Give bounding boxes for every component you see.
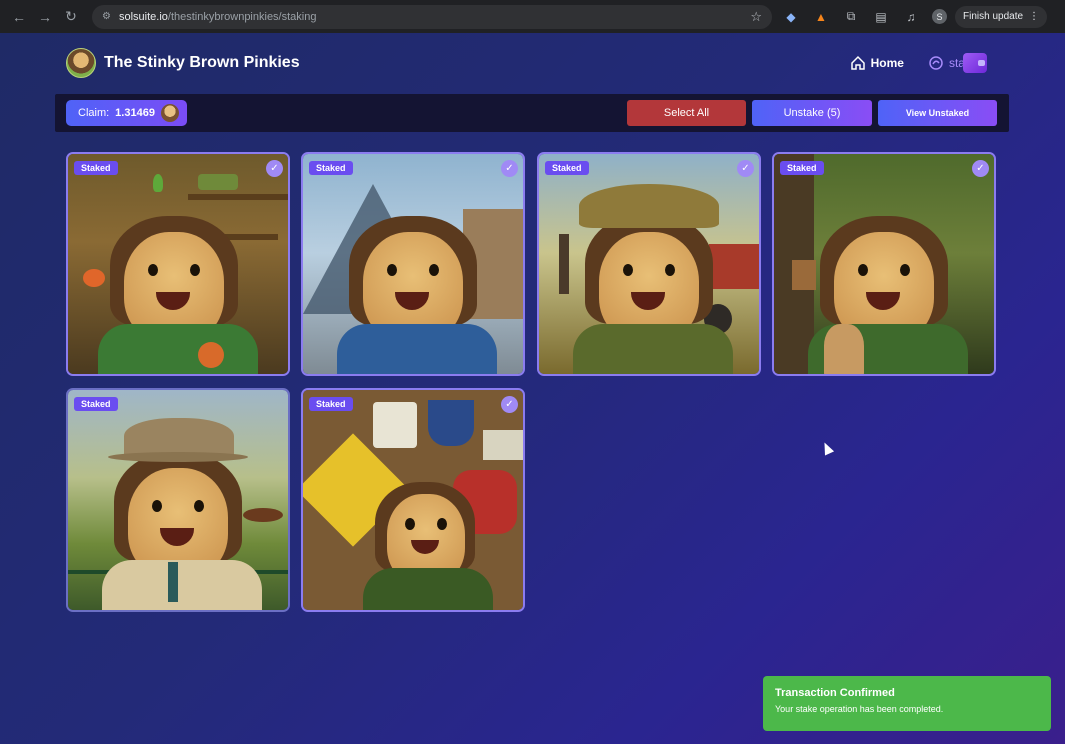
staked-badge: Staked (545, 161, 589, 175)
metamask-icon[interactable]: ▲ (810, 6, 832, 28)
forward-icon[interactable]: → (34, 6, 56, 28)
nft-card[interactable]: Staked ✓ (66, 152, 290, 376)
mouse-cursor (819, 440, 835, 456)
nft-card[interactable]: Staked ✓ (537, 152, 761, 376)
token-icon (160, 104, 179, 122)
nft-card[interactable]: Staked ✓ (301, 388, 525, 612)
profile-avatar[interactable]: S (932, 9, 947, 24)
extension-icon[interactable]: ◆ (780, 6, 802, 28)
nft-card[interactable]: Staked ✓ (301, 152, 525, 376)
puzzle-icon[interactable]: ⧉ (840, 6, 862, 28)
staked-badge: Staked (309, 161, 353, 175)
staked-badge: Staked (309, 397, 353, 411)
site-settings-icon[interactable]: ⚙ (102, 11, 111, 22)
selected-check-icon[interactable]: ✓ (501, 396, 518, 413)
staked-badge: Staked (74, 397, 118, 411)
media-icon[interactable]: ♫ (900, 6, 922, 28)
claim-value: 1.31469 (115, 107, 155, 119)
transaction-toast[interactable]: Transaction Confirmed Your stake operati… (763, 676, 1051, 731)
back-icon[interactable]: ← (8, 6, 30, 28)
bookmark-star-icon[interactable]: ☆ (750, 9, 762, 25)
nav-home[interactable]: Home (850, 55, 904, 71)
url-text: solsuite.io/thestinkybrownpinkies/stakin… (118, 10, 317, 23)
reload-icon[interactable]: ↻ (60, 6, 82, 28)
nft-image (303, 154, 523, 374)
finish-update-button[interactable]: Finish update ⋮ (955, 5, 1048, 28)
brand-logo (66, 48, 96, 78)
nft-image (774, 154, 994, 374)
staking-page: The Stinky Brown Pinkies Home staking Cl… (0, 33, 1065, 744)
home-icon (850, 55, 865, 70)
selected-check-icon[interactable]: ✓ (501, 160, 518, 177)
selected-check-icon[interactable]: ✓ (737, 160, 754, 177)
staking-toolbar: Claim: 1.31469 Select All Unstake (5) Vi… (55, 94, 1009, 132)
nft-image (68, 154, 288, 374)
select-all-button[interactable]: Select All (627, 100, 746, 126)
finish-update-label: Finish update (963, 11, 1024, 22)
nft-image (539, 154, 759, 374)
site-header: The Stinky Brown Pinkies Home staking (0, 33, 1065, 95)
view-unstaked-button[interactable]: View Unstaked (878, 100, 997, 126)
unstake-button[interactable]: Unstake (5) (752, 100, 872, 126)
toast-title: Transaction Confirmed (775, 687, 895, 699)
nft-card[interactable]: Staked (66, 388, 290, 612)
toast-message: Your stake operation has been completed. (775, 704, 944, 714)
more-menu-icon: ⋮ (1029, 11, 1040, 22)
staked-badge: Staked (74, 161, 118, 175)
reading-list-icon[interactable]: ▤ (870, 6, 892, 28)
nft-card[interactable]: Staked ✓ (772, 152, 996, 376)
browser-toolbar: ← → ↻ ⚙ solsuite.io/thestinkybrownpinkie… (0, 0, 1065, 33)
selected-check-icon[interactable]: ✓ (972, 160, 989, 177)
staking-icon (929, 56, 943, 70)
staked-badge: Staked (780, 161, 824, 175)
address-bar[interactable]: ⚙ solsuite.io/thestinkybrownpinkies/stak… (92, 4, 772, 29)
brand[interactable]: The Stinky Brown Pinkies (66, 48, 300, 78)
wallet-icon[interactable] (963, 53, 987, 73)
selected-check-icon[interactable]: ✓ (266, 160, 283, 177)
nft-image (68, 390, 288, 610)
claim-label: Claim: (78, 107, 110, 119)
claim-button[interactable]: Claim: 1.31469 (66, 100, 187, 126)
site-title: The Stinky Brown Pinkies (104, 54, 300, 71)
nft-image (303, 390, 523, 610)
nav-home-label: Home (870, 56, 904, 70)
